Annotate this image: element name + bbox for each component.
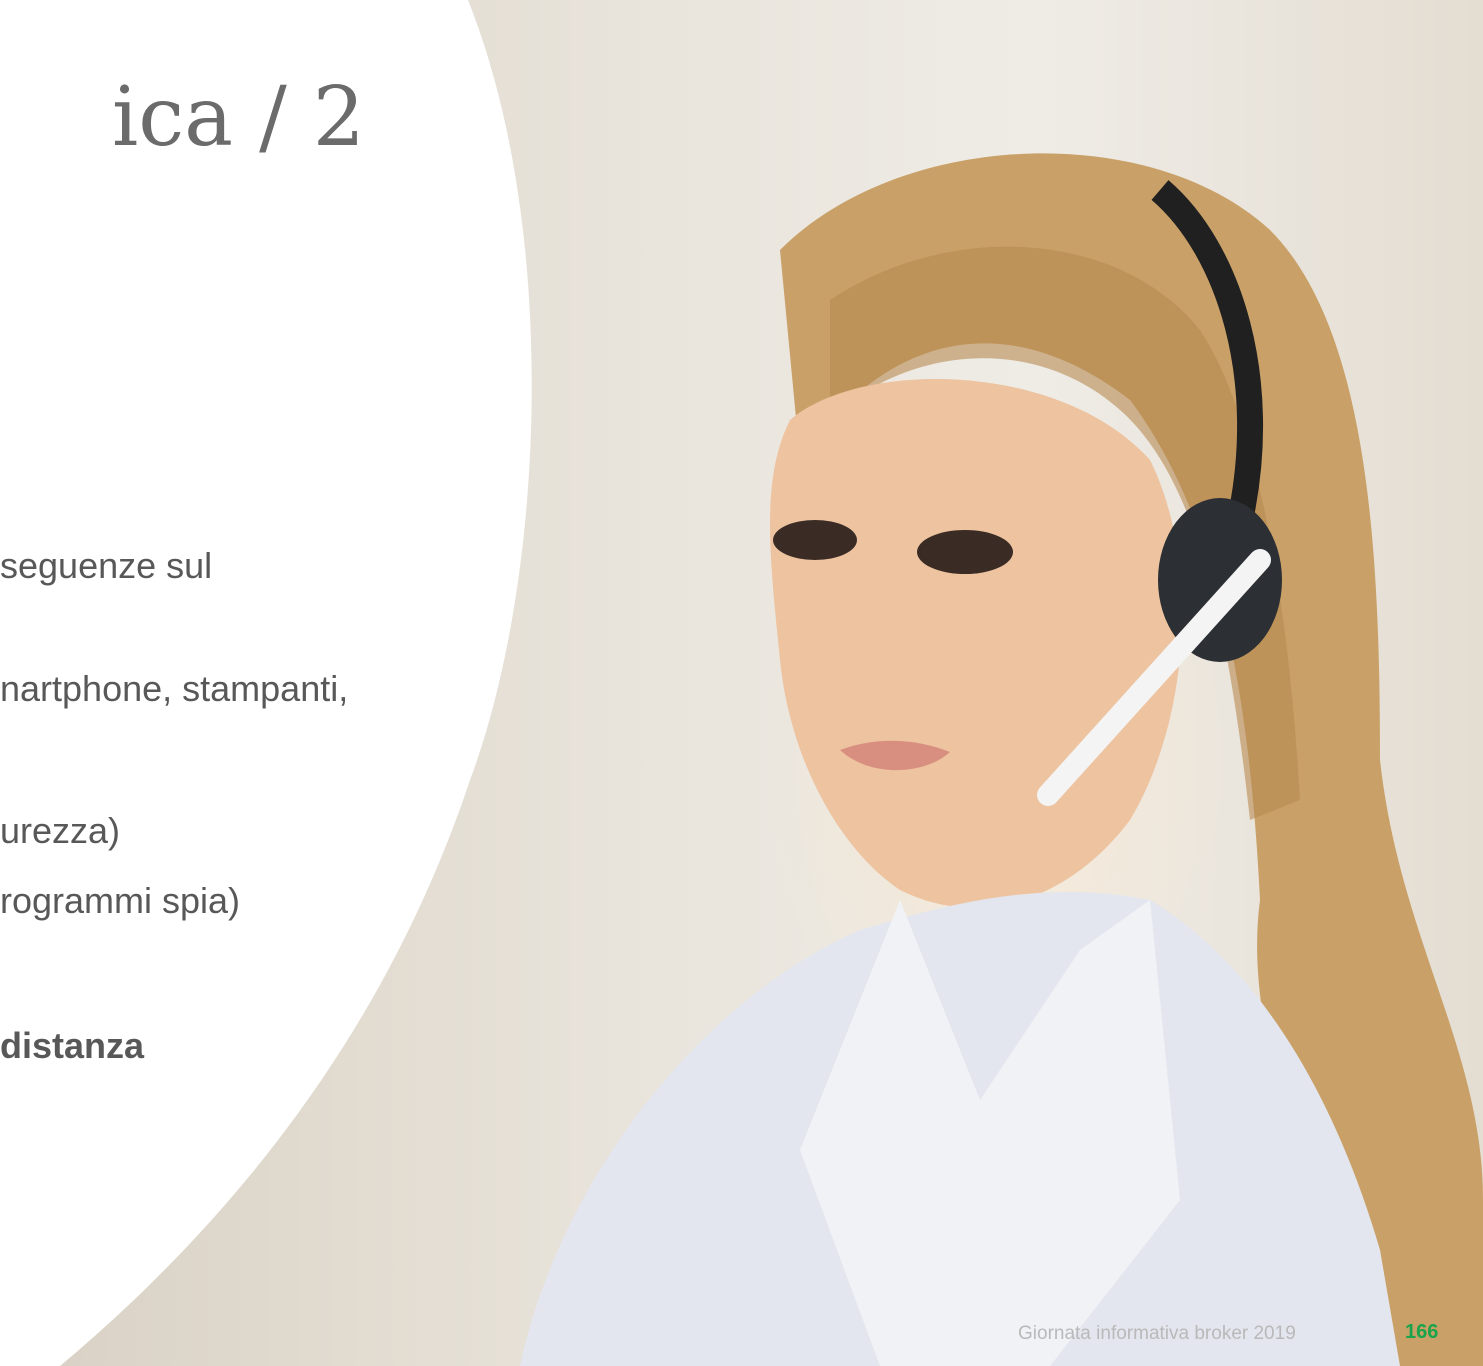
footer-event-name: Giornata informativa broker 2019 [1018,1323,1296,1344]
footer-page-number: 166 [1405,1321,1439,1343]
bullet-text-4: rogrammi spia) [0,880,241,921]
slide-title: ica / 2 [112,70,365,165]
bullet-text-1: seguenze sul [0,545,213,586]
bullet-text-5: distanza [0,1025,145,1066]
bullet-text-2: nartphone, stampanti, [0,668,349,709]
bullet-text-3: urezza) [0,810,121,851]
